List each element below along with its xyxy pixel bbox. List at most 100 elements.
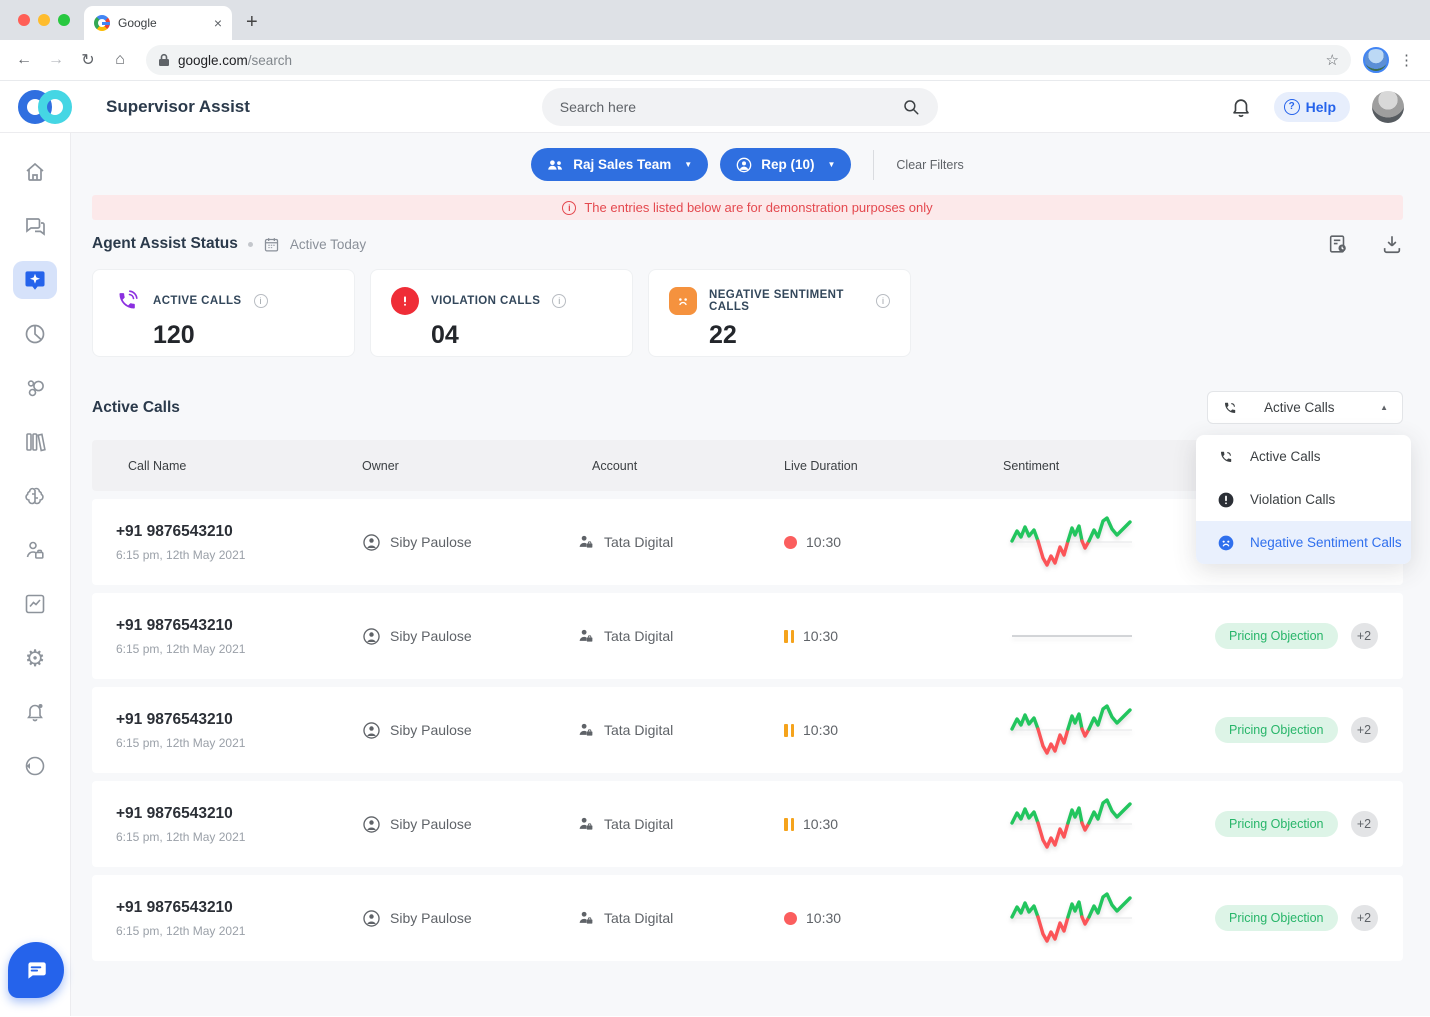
home-icon-toolbar[interactable]: ⌂: [106, 46, 134, 74]
search-input[interactable]: [559, 98, 892, 115]
table-row[interactable]: +91 9876543210 6:15 pm, 12th May 2021 Si…: [92, 593, 1403, 679]
bookmark-star-icon[interactable]: ☆: [1326, 51, 1339, 69]
sidebar-item-agent-assist[interactable]: [13, 261, 57, 299]
account-name: Tata Digital: [604, 816, 674, 832]
tag-pill[interactable]: Pricing Objection: [1215, 717, 1338, 743]
violation-calls-card: VIOLATION CALLS i 04: [370, 269, 633, 357]
rep-filter-dropdown[interactable]: Rep (10) ▼: [720, 148, 852, 181]
sidebar-item-teams[interactable]: [13, 369, 57, 407]
owner-name: Siby Paulose: [390, 534, 472, 550]
tags-cell: Pricing Objection +2: [1187, 717, 1403, 743]
browser-tab-strip: Google × +: [0, 0, 1430, 40]
tag-pill[interactable]: Pricing Objection: [1215, 905, 1338, 931]
live-duration: 10:30: [803, 816, 839, 832]
call-name: +91 9876543210: [116, 710, 233, 728]
call-type-dropdown-button[interactable]: Active Calls ▲: [1207, 391, 1403, 424]
conversations-icon: [26, 218, 45, 236]
call-datetime: 6:15 pm, 12th May 2021: [116, 923, 246, 938]
dot-separator: [247, 241, 253, 247]
reload-icon[interactable]: ↻: [74, 46, 102, 74]
column-call-name: Call Name: [128, 458, 187, 473]
menu-item-negative-sentiment-calls[interactable]: Negative Sentiment Calls: [1196, 521, 1411, 564]
menu-item-violation-calls[interactable]: Violation Calls: [1196, 478, 1411, 521]
call-datetime: 6:15 pm, 12th May 2021: [116, 829, 246, 844]
maximize-window-button[interactable]: [58, 14, 70, 26]
chevron-down-icon: ▼: [827, 160, 836, 169]
menu-item-active-calls[interactable]: Active Calls: [1196, 435, 1411, 478]
negative-sentiment-value: 22: [709, 321, 737, 349]
user-avatar[interactable]: [1372, 90, 1404, 123]
calendar-icon: [264, 237, 279, 252]
help-button[interactable]: ? Help: [1273, 91, 1350, 122]
filters-row: Raj Sales Team ▼ Rep (10) ▼ Clear Filter…: [92, 148, 1403, 181]
more-count-badge[interactable]: +2: [1350, 811, 1378, 837]
sad-face-icon: [669, 287, 697, 315]
forward-icon[interactable]: →: [42, 46, 70, 74]
sidebar-item-home[interactable]: [13, 153, 57, 191]
call-datetime: 6:15 pm, 12th May 2021: [116, 641, 246, 656]
sidebar-item-settings[interactable]: ⚙: [13, 639, 57, 677]
owner-name: Siby Paulose: [390, 628, 472, 644]
duration-status: [784, 817, 794, 831]
owner-avatar-icon: [363, 533, 380, 551]
scheduled-report-icon[interactable]: [1327, 233, 1349, 255]
window-controls[interactable]: [18, 14, 70, 26]
tag-pill[interactable]: Pricing Objection: [1215, 811, 1338, 837]
sidebar-item-ai[interactable]: [13, 477, 57, 515]
global-search[interactable]: [541, 87, 938, 126]
sidebar-item-logout[interactable]: [13, 747, 57, 785]
home-icon: [26, 162, 44, 181]
duration-status: [784, 911, 797, 925]
sidebar-item-user-management[interactable]: [13, 531, 57, 569]
table-row[interactable]: +91 9876543210 6:15 pm, 12th May 2021 Si…: [92, 687, 1403, 773]
circles-cluster-icon: [27, 380, 44, 397]
browser-toolbar: ← → ↻ ⌂ google.com/search ☆ ⋮: [0, 40, 1430, 81]
call-name: +91 9876543210: [116, 898, 233, 916]
agent-assist-status-title: Agent Assist Status: [92, 235, 238, 252]
info-icon[interactable]: i: [876, 294, 890, 308]
negative-sentiment-card: NEGATIVE SENTIMENT CALLS i 22: [648, 269, 911, 357]
account-name: Tata Digital: [604, 628, 674, 644]
new-tab-button[interactable]: +: [246, 11, 258, 34]
pause-icon: [784, 817, 794, 831]
sidebar-item-conversations[interactable]: [13, 207, 57, 245]
account-name: Tata Digital: [604, 534, 674, 550]
sidebar-item-library[interactable]: [13, 423, 57, 461]
help-label: Help: [1305, 98, 1336, 115]
info-icon[interactable]: i: [552, 294, 567, 308]
more-count-badge[interactable]: +2: [1350, 623, 1378, 649]
sidebar-item-notifications[interactable]: [13, 693, 57, 731]
tag-pill[interactable]: Pricing Objection: [1215, 623, 1338, 649]
info-icon[interactable]: i: [253, 294, 268, 308]
more-count-badge[interactable]: +2: [1350, 717, 1378, 743]
live-duration: 10:30: [803, 722, 839, 738]
close-window-button[interactable]: [18, 14, 30, 26]
notification-bell-icon[interactable]: [1230, 96, 1252, 118]
browser-tab[interactable]: Google ×: [84, 6, 232, 40]
back-icon[interactable]: ←: [10, 46, 38, 74]
table-body: +91 9876543210 6:15 pm, 12th May 2021 Si…: [92, 499, 1403, 961]
brain-icon: [25, 487, 44, 505]
sidebar-item-analytics[interactable]: [13, 585, 57, 623]
sentiment-chart: [1009, 515, 1132, 567]
sidebar-item-reports[interactable]: [13, 315, 57, 353]
phone-icon: [113, 287, 141, 315]
tags-cell: Pricing Objection +2: [1187, 623, 1403, 649]
chat-widget-button[interactable]: [8, 942, 64, 998]
address-bar[interactable]: google.com/search ☆: [146, 45, 1351, 75]
chevron-up-icon: ▲: [1380, 403, 1388, 412]
account-icon: [579, 911, 593, 924]
more-count-badge[interactable]: +2: [1350, 905, 1378, 931]
minimize-window-button[interactable]: [38, 14, 50, 26]
table-row[interactable]: +91 9876543210 6:15 pm, 12th May 2021 Si…: [92, 781, 1403, 867]
close-tab-icon[interactable]: ×: [214, 16, 222, 30]
lock-icon: [159, 53, 169, 66]
table-row[interactable]: +91 9876543210 6:15 pm, 12th May 2021 Si…: [92, 875, 1403, 961]
download-icon[interactable]: [1381, 233, 1403, 255]
live-indicator-icon: [784, 911, 797, 925]
browser-profile-avatar[interactable]: [1363, 47, 1389, 73]
clear-filters-button[interactable]: Clear Filters: [896, 158, 963, 172]
team-filter-dropdown[interactable]: Raj Sales Team ▼: [531, 148, 709, 181]
owner-avatar-icon: [363, 721, 380, 739]
browser-menu-icon[interactable]: ⋮: [1393, 51, 1420, 69]
